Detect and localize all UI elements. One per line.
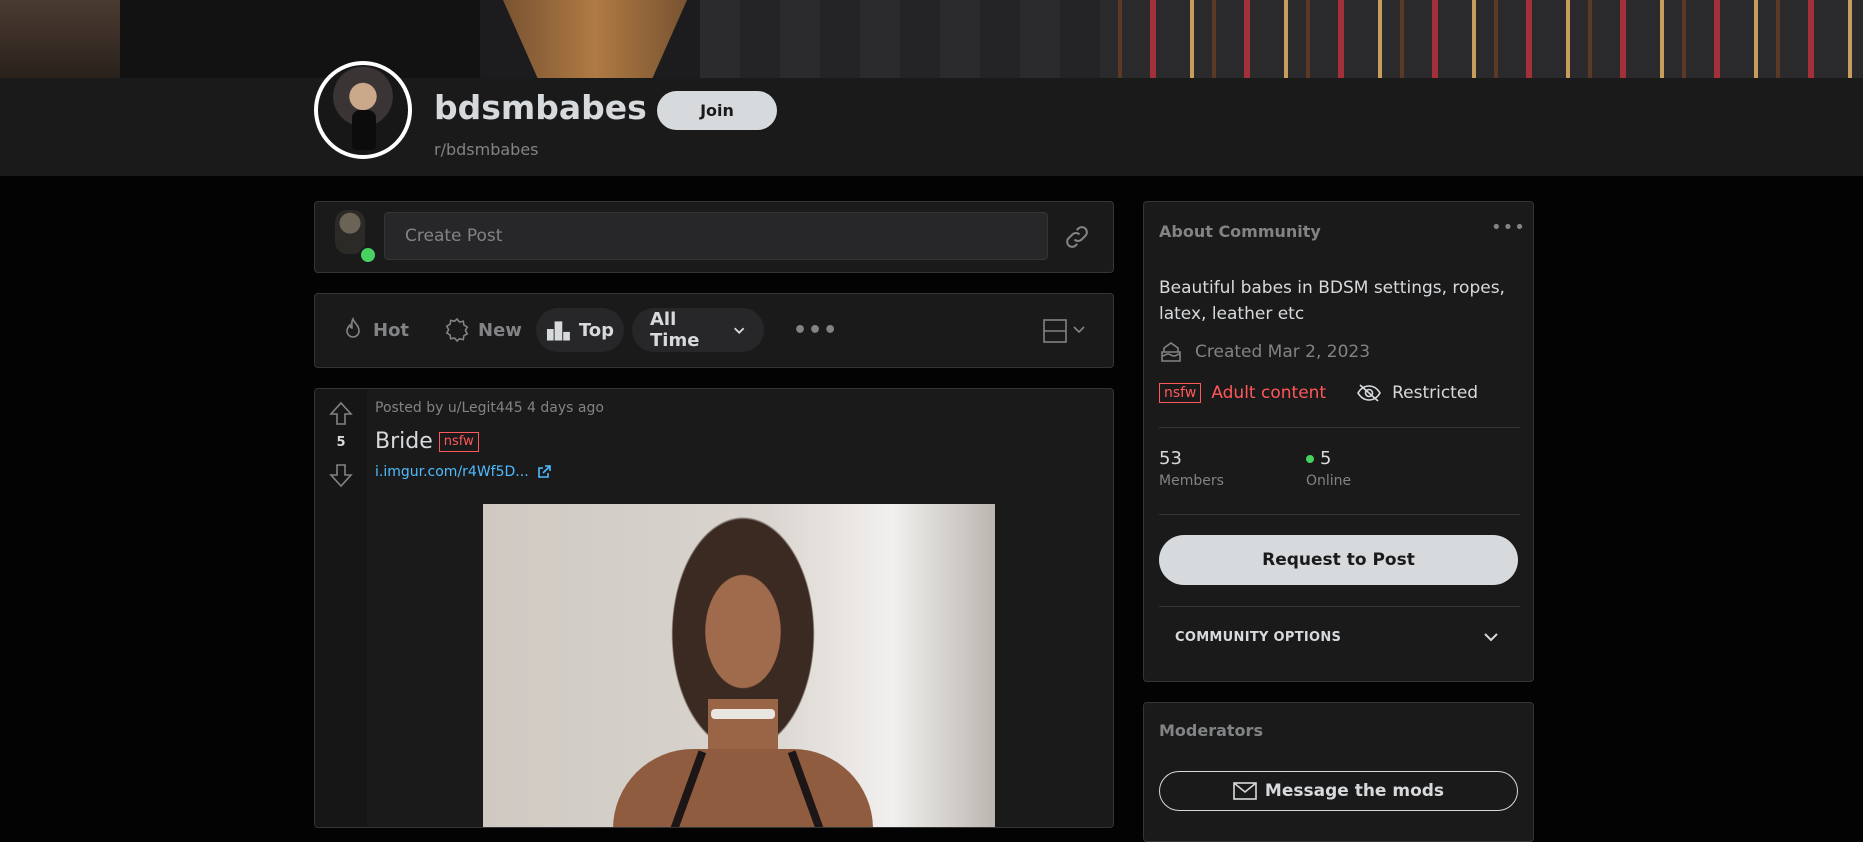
downvote-icon[interactable] [327, 461, 355, 489]
link-icon[interactable] [1062, 222, 1092, 252]
sort-bar: Hot New Top All Time ••• [314, 293, 1114, 368]
post-title[interactable]: Bride nsfw [375, 429, 479, 454]
subreddit-header [0, 78, 1863, 176]
request-to-post-button[interactable]: Request to Post [1159, 535, 1518, 585]
online-stat: 5 Online [1306, 448, 1351, 489]
layout-view-toggle[interactable] [1042, 318, 1090, 344]
members-count: 53 [1159, 448, 1182, 469]
about-more-icon[interactable]: ••• [1491, 217, 1526, 238]
subreddit-path: r/bdsmbabes [434, 140, 539, 159]
vote-count: 5 [336, 435, 346, 450]
post-image[interactable] [483, 504, 995, 827]
sort-top-label: Top [578, 319, 614, 341]
external-link-icon [538, 465, 551, 478]
created-date: Created Mar 2, 2023 [1159, 340, 1370, 364]
sparkle-badge-icon [445, 317, 469, 343]
community-options-label: COMMUNITY OPTIONS [1175, 629, 1342, 645]
divider [1159, 514, 1520, 515]
chevron-down-icon [1484, 633, 1498, 642]
moderators-card: Moderators Message the mods [1143, 702, 1534, 842]
online-count: 5 [1320, 448, 1332, 469]
community-flags: nsfw Adult content Restricted [1159, 383, 1478, 403]
sort-top-button[interactable]: Top [536, 308, 624, 352]
subreddit-title: bdsmbabes [434, 88, 647, 127]
post-meta: Posted by u/Legit445 4 days ago [375, 400, 604, 416]
post-title-text[interactable]: Bride [375, 429, 433, 454]
more-options-icon[interactable]: ••• [783, 308, 848, 352]
sort-hot-button[interactable]: Hot [331, 308, 419, 352]
join-button[interactable]: Join [657, 91, 777, 130]
create-post-card [314, 201, 1114, 273]
restricted-text: Restricted [1392, 383, 1479, 403]
vote-column: 5 [315, 389, 367, 827]
online-dot-icon [1306, 455, 1314, 463]
chevron-down-icon [733, 327, 744, 334]
community-options-toggle[interactable]: COMMUNITY OPTIONS [1159, 612, 1520, 662]
message-mods-label: Message the mods [1264, 781, 1445, 801]
post-link-text[interactable]: i.imgur.com/r4Wf5D... [375, 464, 529, 480]
post-card[interactable]: 5 Posted by u/Legit445 4 days ago Bride n… [314, 388, 1114, 828]
created-text: Created Mar 2, 2023 [1195, 342, 1371, 362]
eye-slash-icon [1357, 384, 1382, 402]
create-post-input[interactable] [384, 212, 1048, 260]
flame-icon [346, 317, 360, 338]
nsfw-badge: nsfw [1159, 383, 1202, 403]
divider [1159, 606, 1520, 607]
restricted-label: Restricted [1356, 383, 1478, 403]
sort-hot-label: Hot [373, 319, 410, 341]
time-range-label: All Time [650, 309, 700, 351]
about-title: About Community [1159, 222, 1321, 241]
upvote-icon[interactable] [327, 400, 355, 428]
moderators-title: Moderators [1159, 721, 1263, 740]
subreddit-banner [0, 0, 1863, 78]
message-mods-button[interactable]: Message the mods [1159, 771, 1518, 811]
divider [1159, 427, 1520, 428]
members-stat: 53 Members [1159, 448, 1224, 489]
online-status-icon [359, 246, 377, 264]
nsfw-badge: nsfw [438, 432, 479, 452]
post-external-link[interactable]: i.imgur.com/r4Wf5D... [375, 464, 551, 480]
podium-icon [546, 321, 570, 341]
mail-icon [1233, 782, 1257, 800]
user-avatar[interactable] [325, 202, 377, 266]
sort-new-label: New [478, 319, 522, 341]
sort-new-button[interactable]: New [434, 308, 532, 352]
time-range-dropdown[interactable]: All Time [632, 308, 764, 352]
community-description: Beautiful babes in BDSM settings, ropes,… [1159, 278, 1505, 324]
about-community-card: About Community ••• Beautiful babes in B… [1143, 201, 1534, 682]
online-label: Online [1306, 473, 1352, 489]
subreddit-avatar[interactable] [314, 61, 412, 159]
adult-content-label: Adult content [1211, 383, 1327, 403]
members-label: Members [1159, 473, 1224, 489]
cake-icon [1161, 342, 1181, 362]
